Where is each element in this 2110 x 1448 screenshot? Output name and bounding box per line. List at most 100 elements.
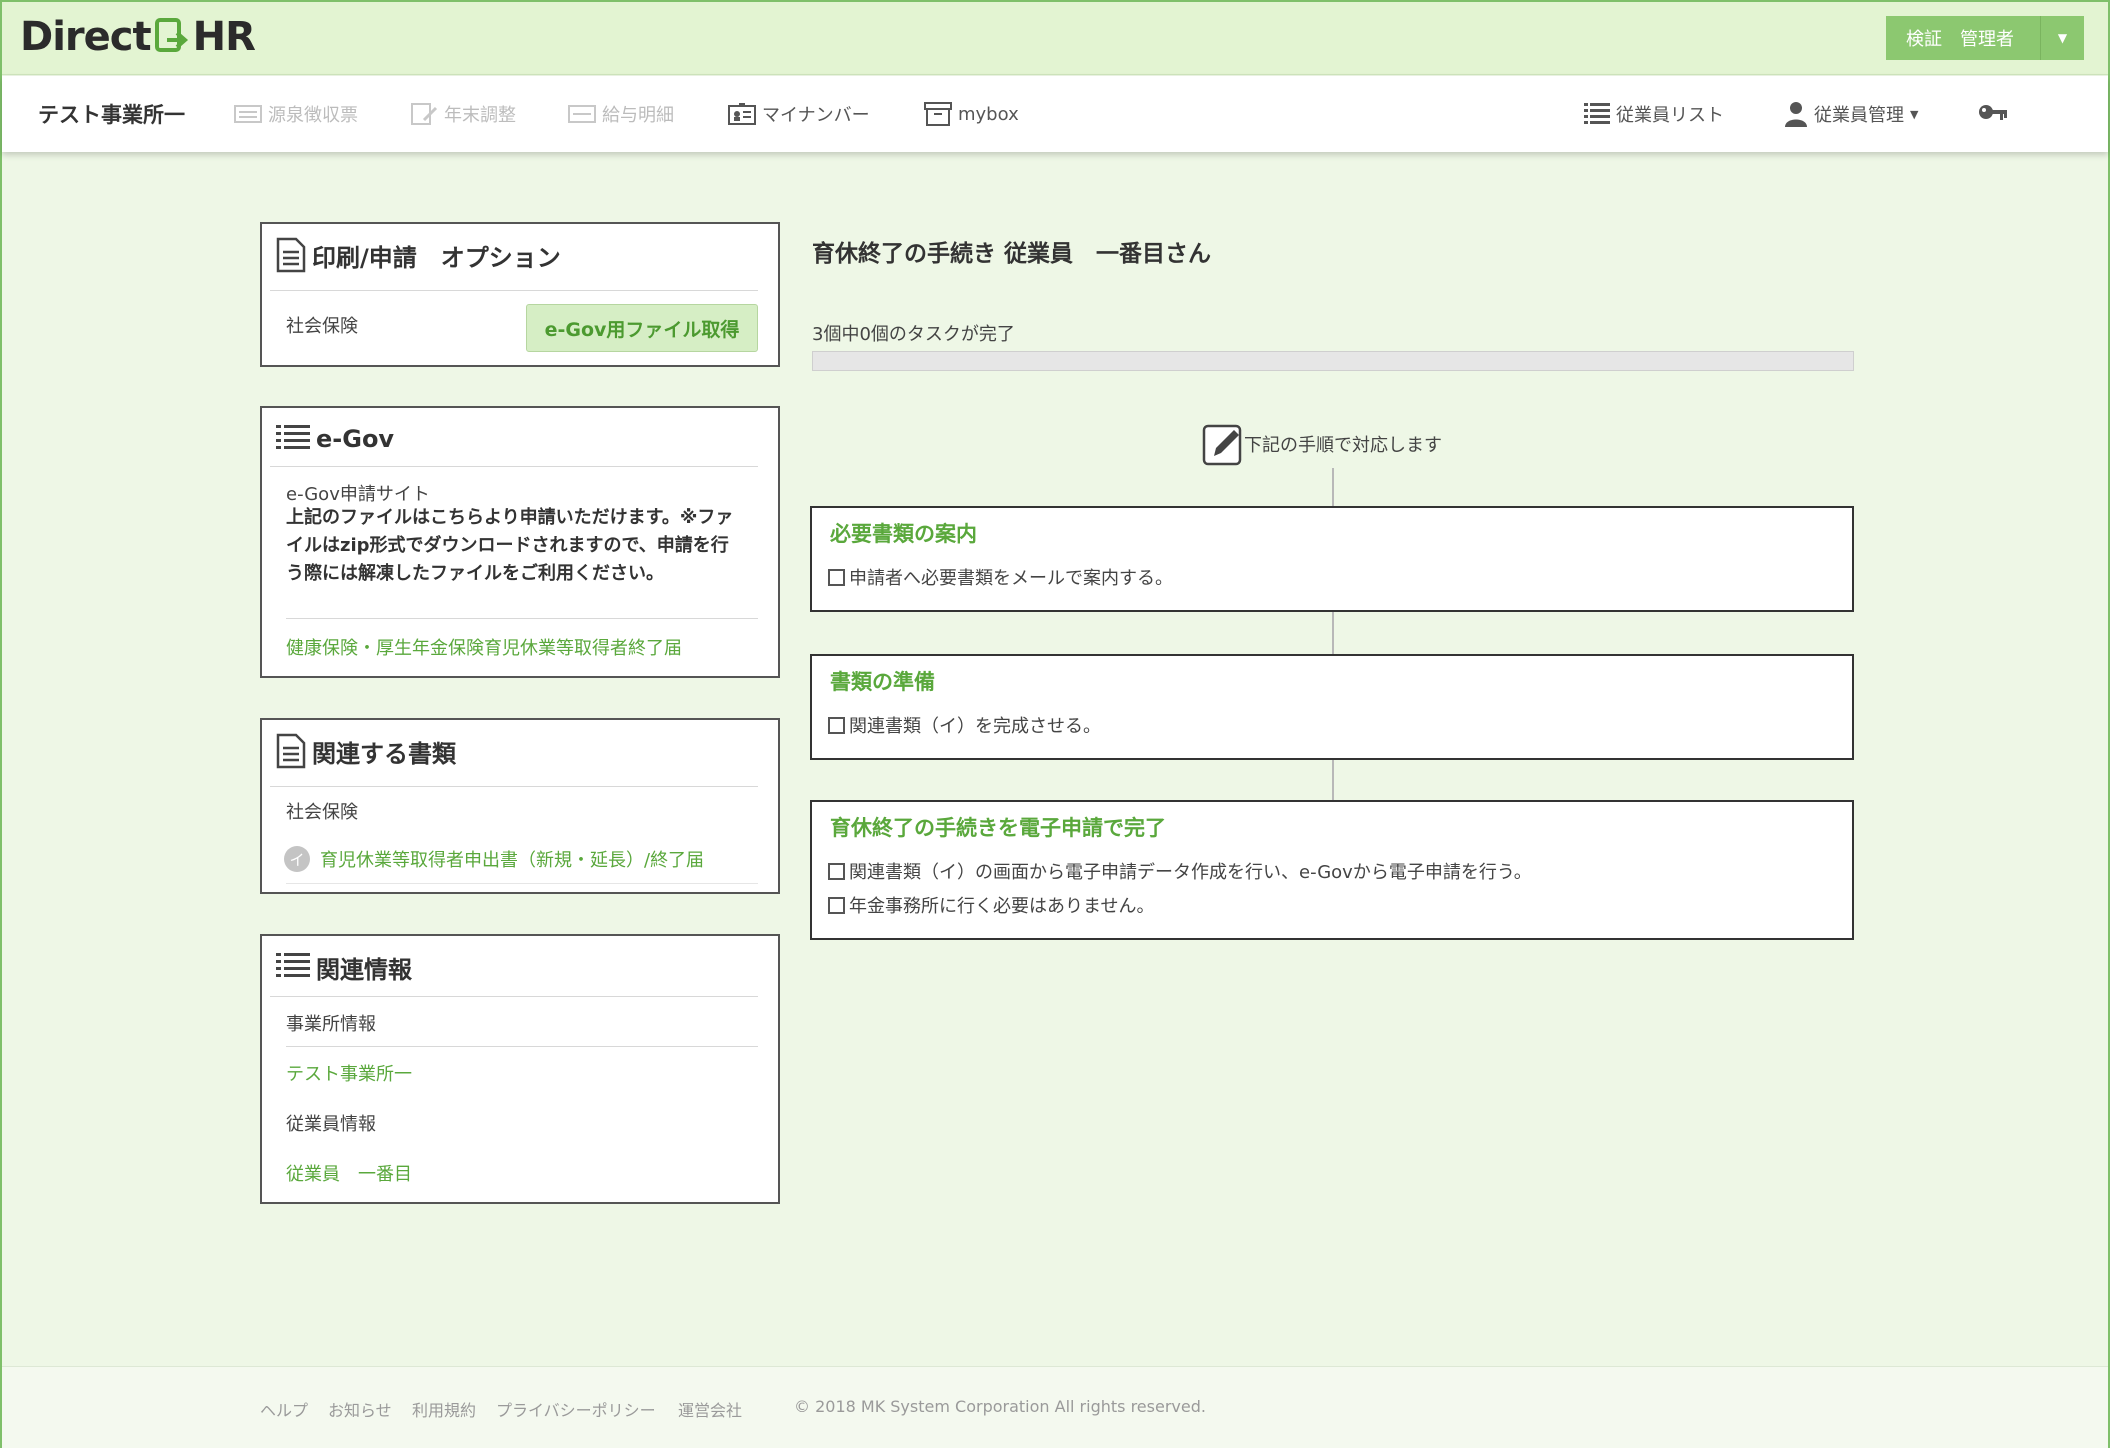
task-item[interactable]: 申請者へ必要書類をメールで案内する。 [828,564,1173,590]
office-info-label: 事業所情報 [286,1014,376,1035]
account-dropdown[interactable]: 検証 管理者 ▼ [1886,16,2084,60]
task-card: 書類の準備 関連書類（イ）を完成させる。 [810,654,1854,760]
nav-employee-list-label: 従業員リスト [1616,105,1724,126]
divider [270,466,758,467]
related-docs-panel: 関連する書類 社会保険 イ 育児休業等取得者申出書（新規・延長）/終了届 [260,718,780,894]
chevron-down-icon: ▼ [1910,107,1919,121]
footer-copyright: © 2018 MK System Corporation All rights … [794,1397,1206,1416]
panel-title-text: 関連情報 [316,955,412,984]
social-insurance-label: 社会保険 [286,316,358,337]
employee-link[interactable]: 従業員 一番目 [286,1160,412,1186]
nav-item-payslip: 給与明細 [568,76,674,152]
divider [270,290,758,291]
task-checkbox[interactable] [828,896,845,914]
panel-title-text: e-Gov [316,425,395,453]
docs-category-label: 社会保険 [286,802,358,823]
logo-mark-icon [153,16,191,58]
egov-file-download-button[interactable]: e-Gov用ファイル取得 [526,304,758,352]
nav-employee-manage-label: 従業員管理 [1814,105,1904,126]
panel-title-text: 印刷/申請 オプション [312,243,561,272]
list-icon [1584,102,1610,126]
flow-connector [1332,468,1334,506]
task-title: 育休終了の手続きを電子申請で完了 [830,816,1166,840]
related-doc-link[interactable]: 育児休業等取得者申出書（新規・延長）/終了届 [320,846,704,872]
nav-office-name[interactable]: テスト事業所一 [38,76,185,152]
egov-panel-title: e-Gov [276,408,394,470]
nav-item-year-end: 年末調整 [410,76,516,152]
doc-badge: イ [284,846,310,872]
nav-item-label: mybox [958,103,1019,125]
nav-item-label: マイナンバー [762,105,870,126]
flow-heading: 下記の手順で対応します [1202,422,1442,466]
logo-text-left: Direct [20,14,152,60]
task-checkbox[interactable] [828,568,845,586]
document-icon [276,237,306,273]
footer: ヘルプ お知らせ 利用規約 プライバシーポリシー 運営会社 © 2018 MK … [2,1366,2108,1448]
egov-site-link[interactable]: e-Gov申請サイト [286,480,430,506]
task-item[interactable]: 関連書類（イ）の画面から電子申請データ作成を行い、e-Govから電子申請を行う。 [828,858,1532,884]
office-link[interactable]: テスト事業所一 [286,1060,412,1086]
box-icon [924,101,952,127]
footer-link-privacy[interactable]: プライバシーポリシー [496,1397,656,1421]
logo-text-right: HR [192,14,256,60]
progress-bar [812,351,1854,371]
caret-down-icon[interactable]: ▼ [2040,16,2084,60]
task-checkbox[interactable] [828,716,845,734]
nav-item-withholding: 源泉徴収票 [234,76,358,152]
task-item-text: 年金事務所に行く必要はありません。 [849,896,1155,917]
user-icon [1784,101,1808,127]
flow-connector [1332,760,1334,800]
payslip-icon [568,105,596,123]
task-title: 必要書類の案内 [830,522,977,546]
footer-link-help[interactable]: ヘルプ [260,1397,308,1421]
footer-link-terms[interactable]: 利用規約 [412,1397,476,1421]
page-title: 育休終了の手続き 従業員 一番目さん [812,241,1212,267]
task-item-text: 申請者へ必要書類をメールで案内する。 [849,568,1173,589]
egov-download-note: 上記のファイルはこちらより申請いただけます。※ファイルはzip形式でダウンロード… [286,507,734,584]
related-info-title: 関連情報 [276,936,412,998]
flow-heading-text: 下記の手順で対応します [1244,435,1442,456]
divider [286,618,758,619]
id-card-icon [728,103,756,125]
key-settings-button[interactable] [1978,76,2014,152]
divider [286,1046,758,1047]
list-icon [276,952,310,982]
nav-item-mynumber[interactable]: マイナンバー [728,76,870,152]
main-navbar: テスト事業所一 源泉徴収票 年末調整 給与明細 マイナンバー mybox 従業員… [2,76,2108,152]
divider [270,786,758,787]
document-icon [276,733,306,769]
top-header: Direct HR 検証 管理者 ▼ [2,2,2108,75]
task-item[interactable]: 関連書類（イ）を完成させる。 [828,712,1101,738]
nav-item-label: 年末調整 [444,105,516,126]
nav-item-label: 給与明細 [602,105,674,126]
task-item-text: 関連書類（イ）の画面から電子申請データ作成を行い、e-Govから電子申請を行う。 [849,862,1532,883]
list-icon [276,424,310,454]
nav-item-label: 源泉徴収票 [268,105,358,126]
panel-title-text: 関連する書類 [312,739,456,768]
footer-link-news[interactable]: お知らせ [328,1397,392,1421]
task-item-text: 関連書類（イ）を完成させる。 [849,716,1101,737]
print-options-panel: 印刷/申請 オプション 社会保険 e-Gov用ファイル取得 [260,222,780,367]
nav-employee-list[interactable]: 従業員リスト [1584,76,1724,152]
edit-document-icon [410,102,438,126]
key-icon [1978,103,2008,125]
task-title: 書類の準備 [830,670,935,694]
receipt-icon [234,104,262,124]
task-card: 育休終了の手続きを電子申請で完了 関連書類（イ）の画面から電子申請データ作成を行… [810,800,1854,940]
account-label: 検証 管理者 [1906,29,2014,50]
footer-link-company[interactable]: 運営会社 [678,1397,742,1421]
related-docs-title: 関連する書類 [276,720,456,782]
egov-form-link[interactable]: 健康保険・厚生年金保険育児休業等取得者終了届 [286,634,682,660]
employee-info-label: 従業員情報 [286,1114,376,1135]
task-item[interactable]: 年金事務所に行く必要はありません。 [828,892,1154,918]
pencil-icon [1202,422,1244,466]
directhr-logo[interactable]: Direct HR [20,12,256,62]
task-checkbox[interactable] [828,862,845,880]
divider [286,883,758,884]
nav-employee-manage[interactable]: 従業員管理 ▼ [1784,76,1918,152]
print-options-title: 印刷/申請 オプション [276,224,561,286]
nav-item-mybox[interactable]: mybox [924,76,1019,152]
task-card: 必要書類の案内 申請者へ必要書類をメールで案内する。 [810,506,1854,612]
flow-connector [1332,612,1334,654]
related-doc-row[interactable]: イ 育児休業等取得者申出書（新規・延長）/終了届 [284,846,704,872]
